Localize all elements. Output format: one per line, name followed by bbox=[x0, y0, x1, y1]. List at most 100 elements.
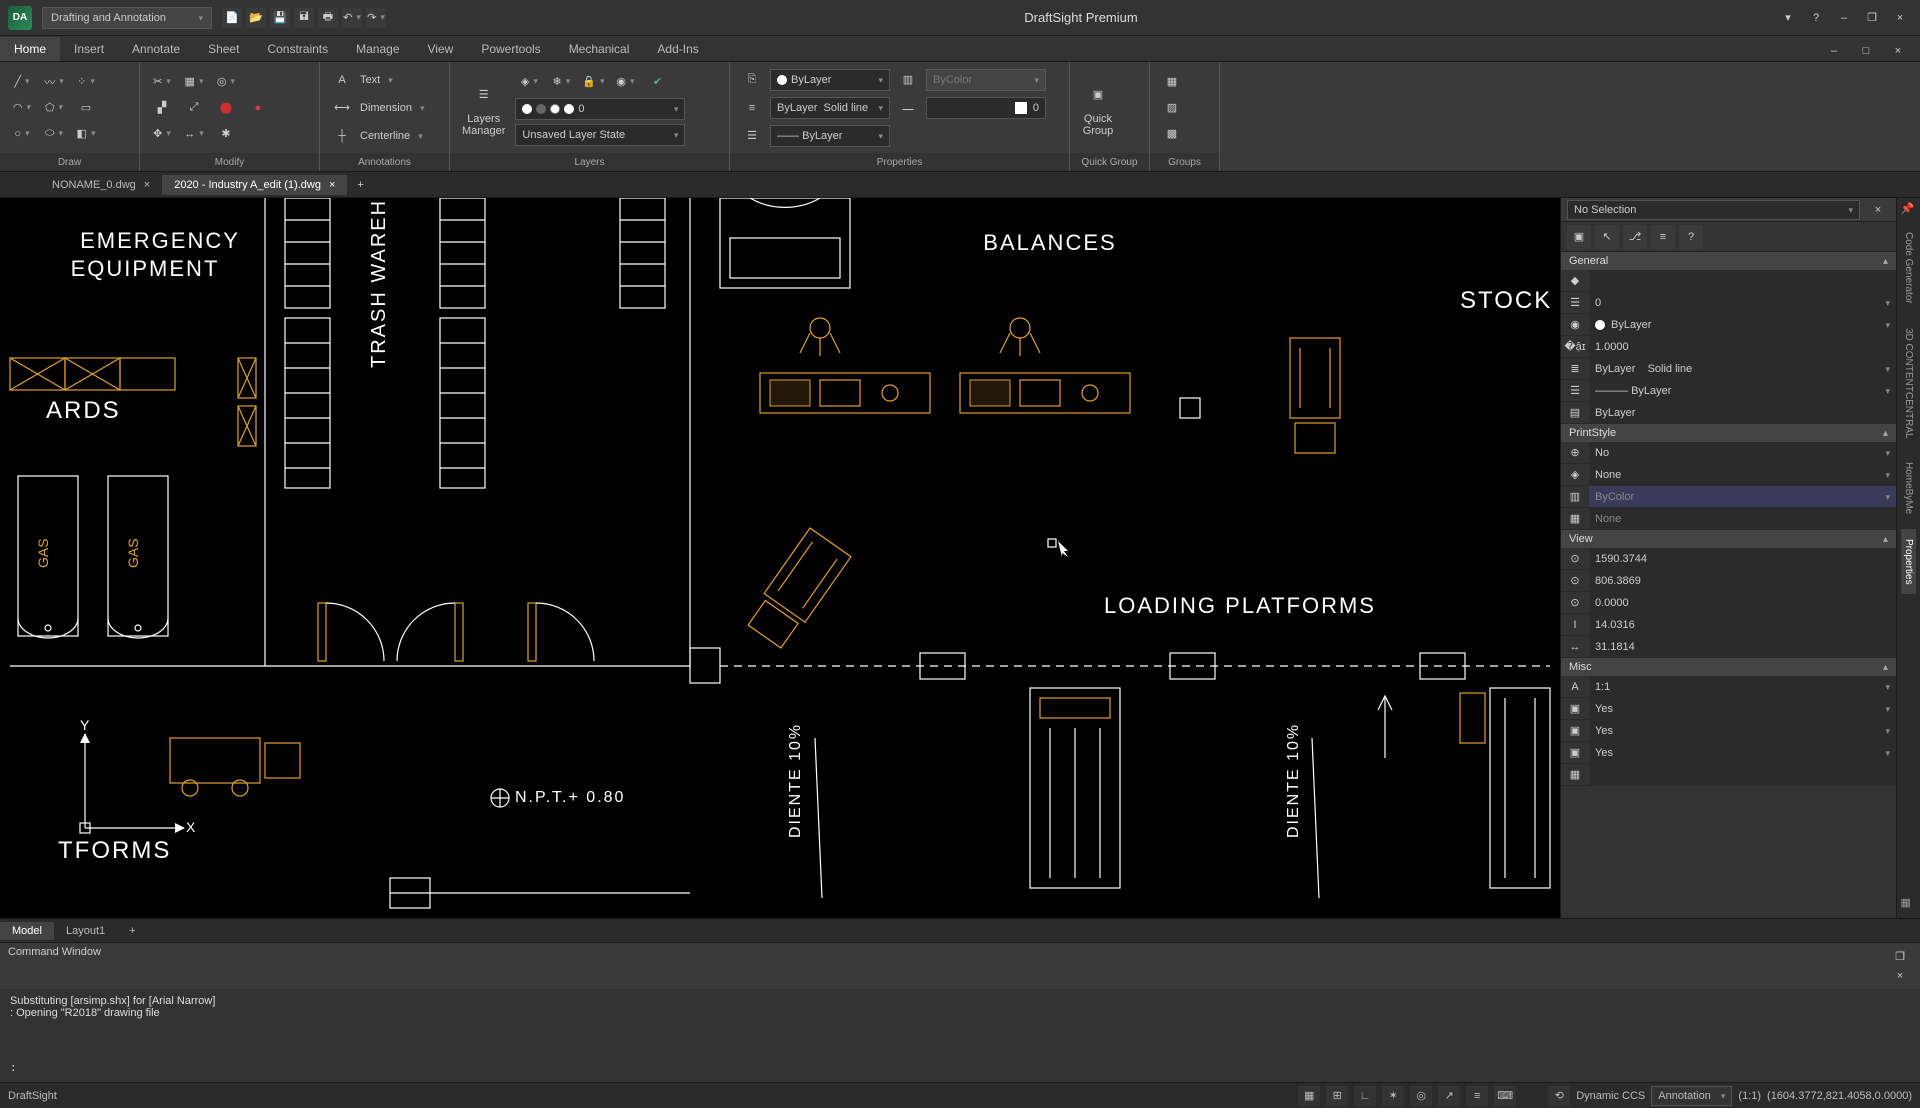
scale-icon[interactable]: ⤢ bbox=[180, 96, 208, 120]
select-icon[interactable]: ↖ bbox=[1595, 225, 1619, 249]
save-icon[interactable]: 💾 bbox=[270, 8, 290, 28]
prop-color[interactable] bbox=[1589, 270, 1896, 291]
color-combo[interactable]: ByLayer bbox=[770, 69, 890, 91]
layers-manager-button[interactable]: ☰ Layers Manager bbox=[458, 75, 509, 141]
undo-icon[interactable]: ↶ bbox=[342, 8, 362, 28]
tab-annotate[interactable]: Annotate bbox=[118, 37, 194, 61]
section-misc[interactable]: Misc bbox=[1561, 658, 1896, 676]
tab-constraints[interactable]: Constraints bbox=[253, 37, 342, 61]
prop-print-on[interactable]: No bbox=[1589, 442, 1896, 463]
prop-print-style[interactable]: None bbox=[1589, 464, 1896, 485]
tab-manage[interactable]: Manage bbox=[342, 37, 413, 61]
doc-tab-0[interactable]: NONAME_0.dwg× bbox=[40, 175, 162, 195]
prop-v4[interactable] bbox=[1589, 764, 1896, 785]
group-ungroup-icon[interactable]: ▨ bbox=[1158, 96, 1186, 120]
qinput-icon[interactable]: ⌨ bbox=[1494, 1086, 1516, 1106]
layer-freeze-icon[interactable]: ❄ bbox=[547, 70, 575, 94]
lineweight-combo[interactable]: —— ByLayer bbox=[770, 125, 890, 147]
dimension-icon[interactable]: ⟷ bbox=[328, 96, 356, 120]
prop-h[interactable]: 14.0316 bbox=[1589, 614, 1896, 635]
doc-close-icon[interactable]: × bbox=[1888, 8, 1912, 28]
line-icon[interactable]: ╱ bbox=[8, 70, 36, 94]
app-minimize-icon[interactable]: – bbox=[1822, 41, 1846, 61]
explode-icon[interactable]: ✱ bbox=[212, 122, 240, 146]
otrack-icon[interactable]: ↗ bbox=[1438, 1086, 1460, 1106]
redo-icon[interactable]: ↷ bbox=[366, 8, 386, 28]
layer-check-icon[interactable]: ✔ bbox=[643, 70, 671, 94]
trim-icon[interactable]: ✂ bbox=[148, 70, 176, 94]
snap-icon[interactable]: ▦ bbox=[1298, 1086, 1320, 1106]
stretch-icon[interactable]: ↔ bbox=[180, 122, 208, 146]
prop-ltype[interactable]: ByLayer Solid line bbox=[1589, 358, 1896, 379]
circle-icon[interactable]: ○ bbox=[8, 122, 36, 146]
side-tab-code[interactable]: Code Generator bbox=[1901, 222, 1916, 314]
app-maximize-icon[interactable]: □ bbox=[1854, 41, 1878, 61]
layout-tab-layout1[interactable]: Layout1 bbox=[54, 922, 117, 940]
side-tab-homebyme[interactable]: HomeByMe bbox=[1901, 452, 1916, 524]
prop-scale[interactable]: 1.0000 bbox=[1589, 336, 1896, 357]
print-icon[interactable]: 🖶 bbox=[318, 8, 338, 28]
side-tab-properties[interactable]: Properties bbox=[1901, 529, 1916, 595]
group-manager-icon[interactable]: ▩ bbox=[1158, 122, 1186, 146]
tab-addins[interactable]: Add-Ins bbox=[643, 37, 712, 61]
pattern-icon[interactable]: ▦ bbox=[180, 70, 208, 94]
rect-icon[interactable]: ▭ bbox=[72, 96, 100, 120]
tab-view[interactable]: View bbox=[414, 37, 468, 61]
cmd-restore-icon[interactable]: ❐ bbox=[1888, 946, 1912, 966]
section-general[interactable]: General bbox=[1561, 252, 1896, 270]
prop-v3[interactable]: Yes bbox=[1589, 742, 1896, 763]
prop-cy[interactable]: 806.3869 bbox=[1589, 570, 1896, 591]
prop-linecolor[interactable]: ByLayer bbox=[1589, 314, 1896, 335]
layer-active-combo[interactable]: 0 bbox=[515, 98, 685, 120]
cmd-close-icon[interactable]: × bbox=[1888, 966, 1912, 986]
prop-lweight[interactable]: ——— ByLayer bbox=[1589, 380, 1896, 401]
polyline-icon[interactable]: 〰 bbox=[40, 70, 68, 94]
side-tab-3dcc[interactable]: 3D CONTENTCENTRAL bbox=[1901, 318, 1916, 449]
layer-lock-icon[interactable]: 🔒 bbox=[579, 70, 607, 94]
red-dot-icon[interactable]: ⬤ bbox=[212, 96, 240, 120]
polar-icon[interactable]: ✶ bbox=[1382, 1086, 1404, 1106]
app-close-icon[interactable]: × bbox=[1886, 41, 1910, 61]
layer-state-combo[interactable]: Unsaved Layer State bbox=[515, 124, 685, 146]
pick-icon[interactable]: ⎇ bbox=[1623, 225, 1647, 249]
grid-icon[interactable]: ▦ bbox=[1901, 896, 1917, 912]
lineweight-icon[interactable]: ☰ bbox=[738, 124, 766, 148]
section-view[interactable]: View bbox=[1561, 530, 1896, 548]
section-printstyle[interactable]: PrintStyle bbox=[1561, 424, 1896, 442]
prop-v2[interactable]: Yes bbox=[1589, 720, 1896, 741]
new-icon[interactable]: 📄 bbox=[222, 8, 242, 28]
tab-mechanical[interactable]: Mechanical bbox=[555, 37, 644, 61]
help-dropdown-icon[interactable]: ▾ bbox=[1776, 8, 1800, 28]
linetype-combo[interactable]: ByLayer Solid line bbox=[770, 97, 890, 119]
prop-v1[interactable]: Yes bbox=[1589, 698, 1896, 719]
prop-cx[interactable]: 1590.3744 bbox=[1589, 548, 1896, 569]
layer-iso-icon[interactable]: ◈ bbox=[515, 70, 543, 94]
prop-layer[interactable]: 0 bbox=[1589, 292, 1896, 313]
record-icon[interactable]: ● bbox=[244, 96, 272, 120]
prop-cz[interactable]: 0.0000 bbox=[1589, 592, 1896, 613]
tab-insert[interactable]: Insert bbox=[60, 37, 118, 61]
doc-minimize-icon[interactable]: – bbox=[1832, 8, 1856, 28]
linetype-icon[interactable]: ≡ bbox=[738, 96, 766, 120]
text-icon[interactable]: A bbox=[328, 68, 356, 92]
annotation-scale-combo[interactable]: Annotation bbox=[1651, 1086, 1732, 1106]
transparency-value[interactable]: 0 bbox=[926, 97, 1046, 119]
help-icon[interactable]: ? bbox=[1679, 225, 1703, 249]
layout-tab-add[interactable]: + bbox=[117, 922, 147, 940]
grid-toggle-icon[interactable]: ⊞ bbox=[1326, 1086, 1348, 1106]
osnap-icon[interactable]: ◎ bbox=[1410, 1086, 1432, 1106]
saveas-icon[interactable]: 🖬 bbox=[294, 8, 314, 28]
offset-icon[interactable]: ◎ bbox=[212, 70, 240, 94]
layer-off-icon[interactable]: ◉ bbox=[611, 70, 639, 94]
arc-icon[interactable]: ◠ bbox=[8, 96, 36, 120]
qselect-icon[interactable]: ▣ bbox=[1567, 225, 1591, 249]
transparency-icon[interactable]: ▥ bbox=[894, 68, 922, 92]
point-icon[interactable]: ⁘ bbox=[72, 70, 100, 94]
close-icon[interactable]: × bbox=[329, 179, 335, 191]
centerline-icon[interactable]: ┼ bbox=[328, 124, 356, 148]
ortho-icon[interactable]: ∟ bbox=[1354, 1086, 1376, 1106]
tab-sheet[interactable]: Sheet bbox=[194, 37, 253, 61]
filter-icon[interactable]: ≡ bbox=[1651, 225, 1675, 249]
match-props-icon[interactable]: ⎘ bbox=[738, 68, 766, 92]
transparency-slider-icon[interactable]: ⎼ bbox=[894, 96, 922, 120]
